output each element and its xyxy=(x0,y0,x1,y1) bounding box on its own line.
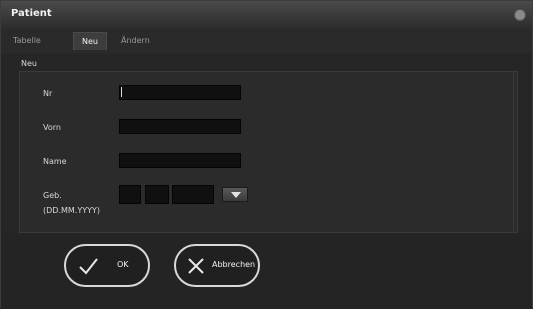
tab-tabelle[interactable]: Tabelle xyxy=(13,36,41,45)
check-icon xyxy=(79,258,98,275)
titlebar: Patient xyxy=(1,1,532,30)
chevron-down-icon xyxy=(231,192,241,198)
nr-input[interactable] xyxy=(119,85,241,100)
x-icon xyxy=(188,258,204,274)
geb-format-label: (DD.MM.YYYY) xyxy=(43,206,100,215)
panel-divider xyxy=(513,71,514,231)
birth-month-input[interactable] xyxy=(145,185,169,204)
tab-neu[interactable]: Neu xyxy=(73,32,107,50)
tab-bar: Tabelle Neu Ändern xyxy=(1,29,532,53)
birth-day-input[interactable] xyxy=(119,185,141,204)
patient-window: Patient Tabelle Neu Ändern Neu Nr Vorn N… xyxy=(0,0,533,309)
name-label: Name xyxy=(43,157,67,166)
abbrechen-label: Abbrechen xyxy=(212,260,256,269)
calendar-dropdown-button[interactable] xyxy=(222,187,248,202)
geb-label: Geb. xyxy=(43,191,62,200)
tab-aendern[interactable]: Ändern xyxy=(121,36,150,45)
birth-year-input[interactable] xyxy=(172,185,214,204)
section-label: Neu xyxy=(21,59,37,68)
vorname-input[interactable] xyxy=(119,119,241,134)
vorname-label: Vorn xyxy=(43,123,61,132)
abbrechen-button[interactable]: Abbrechen xyxy=(174,244,260,287)
text-caret xyxy=(121,87,122,97)
window-title: Patient xyxy=(11,8,52,19)
nr-label: Nr xyxy=(43,89,53,98)
ok-label: OK xyxy=(117,260,129,269)
name-input[interactable] xyxy=(119,153,241,168)
ok-button[interactable]: OK xyxy=(64,244,150,287)
close-icon[interactable] xyxy=(514,9,526,21)
